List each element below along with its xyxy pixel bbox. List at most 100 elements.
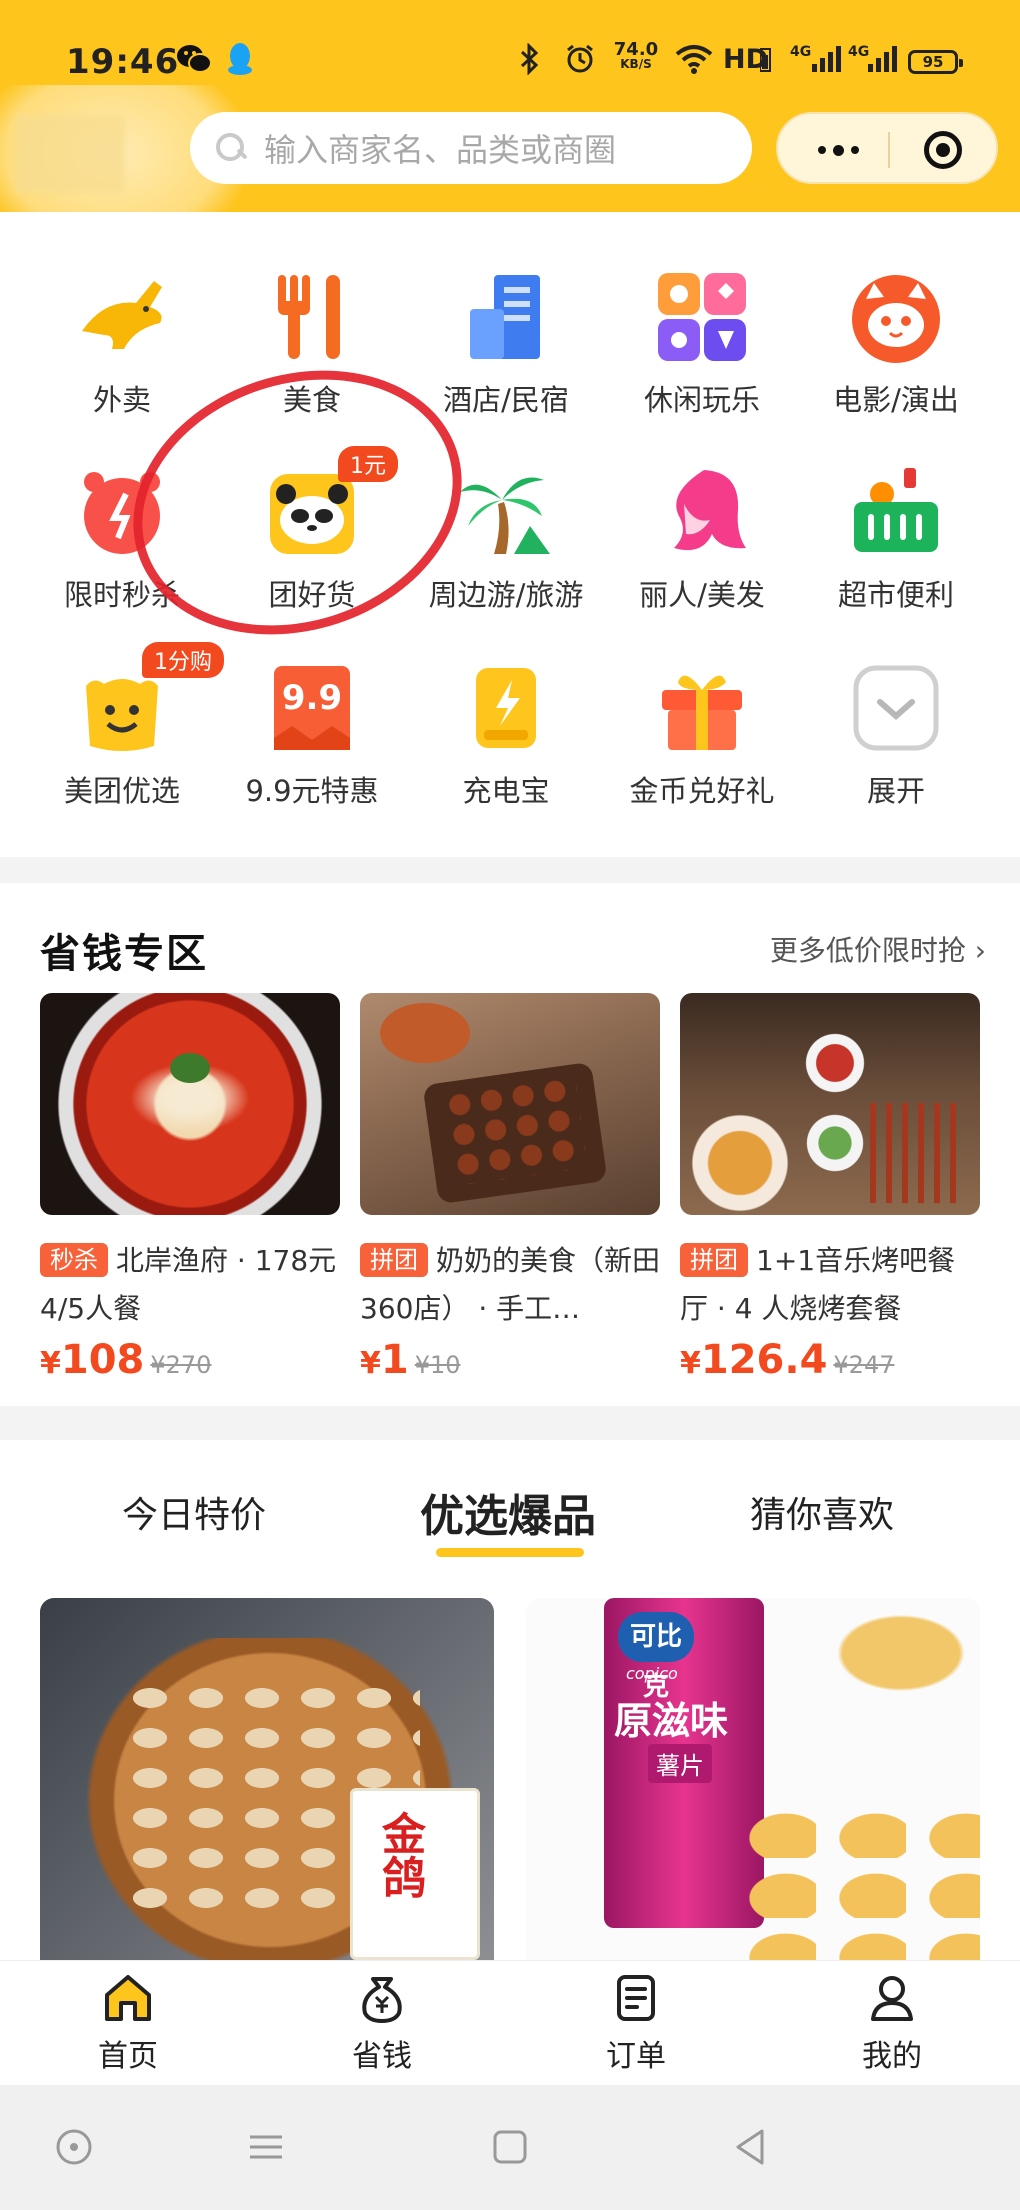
qq-icon bbox=[226, 42, 254, 76]
expand-categories-button[interactable]: 展开 bbox=[806, 660, 986, 810]
category-beauty[interactable]: 丽人/美发 bbox=[612, 464, 792, 614]
tab-label: 我的 bbox=[862, 2039, 922, 2074]
category-power-bank[interactable]: 充电宝 bbox=[416, 660, 596, 810]
category-label: 酒店/民宿 bbox=[443, 383, 569, 417]
signal-icon-1 bbox=[810, 42, 842, 76]
capsule-divider bbox=[888, 132, 890, 168]
deal-tag: 拼团 bbox=[680, 1243, 748, 1277]
category-label: 休闲玩乐 bbox=[643, 383, 760, 417]
price-value: 1 bbox=[380, 1337, 409, 1383]
tab-guess-you-like[interactable]: 猜你喜欢 bbox=[750, 1486, 894, 1538]
category-label: 充电宝 bbox=[462, 774, 550, 808]
deal-card[interactable]: 拼团 1+1音乐烤吧餐厅 · 4 人烧烤套餐 ¥126.4 ¥247 bbox=[680, 993, 980, 1383]
saving-zone: 省钱专区 更多低价限时抢 › 秒杀 北岸渔府 · 178元4/5人餐 ¥108 ¥2… bbox=[0, 883, 1020, 1406]
home-icon bbox=[105, 1975, 151, 2021]
tab-label: 订单 bbox=[606, 2039, 666, 2074]
deal-image-bbq-set bbox=[680, 993, 980, 1215]
alarm-icon bbox=[564, 42, 596, 76]
miniprogram-capsule bbox=[776, 112, 998, 184]
woman-hair-icon bbox=[654, 464, 750, 560]
more-options-button[interactable] bbox=[818, 144, 859, 156]
tab-label: 首页 bbox=[98, 2039, 158, 2074]
top-header: 19:46 74.0 KB/S HD 4G 4G 95 输入商家名、品类或商圈 bbox=[0, 0, 1020, 255]
shopping-basket-icon bbox=[848, 464, 944, 560]
category-coin-gifts[interactable]: 金币兑好礼 bbox=[612, 660, 792, 810]
product-feed: 今日特价 优选爆品 猜你喜欢 金鸽 可比克 copico 原滋味 薯片 bbox=[0, 1440, 1020, 1960]
category-movie[interactable]: 电影/演出 bbox=[806, 269, 986, 419]
deal-card[interactable]: 拼团 奶奶的美食（新田360店） · 手工… ¥1 ¥10 bbox=[360, 993, 660, 1383]
product-card-seeds[interactable]: 金鸽 bbox=[40, 1598, 494, 1960]
fork-knife-icon bbox=[264, 269, 360, 365]
close-miniprogram-button[interactable] bbox=[924, 131, 962, 169]
product-brand-en: copico bbox=[626, 1664, 678, 1683]
product-brand: 金鸽 bbox=[374, 1811, 425, 1899]
pixelated-area bbox=[15, 115, 125, 193]
menu-button[interactable] bbox=[246, 2127, 286, 2167]
hotel-building-icon bbox=[458, 269, 554, 365]
deal-image-meatballs bbox=[360, 993, 660, 1215]
tab-home[interactable]: 首页 bbox=[58, 1971, 198, 2075]
network-type-1: 4G bbox=[790, 44, 812, 60]
category-label: 外卖 bbox=[92, 383, 151, 417]
category-takeout[interactable]: 外卖 bbox=[32, 269, 212, 419]
product-card-chips[interactable]: 可比克 copico 原滋味 薯片 bbox=[526, 1598, 980, 1960]
category-9-9-deals[interactable]: 9.9 9.9元特惠 bbox=[222, 660, 402, 810]
category-label: 周边游/旅游 bbox=[428, 578, 584, 612]
price-value: 126.4 bbox=[700, 1337, 828, 1383]
power-bank-icon bbox=[458, 660, 554, 756]
saving-zone-title: 省钱专区 bbox=[40, 931, 208, 977]
category-supermarket[interactable]: 超市便利 bbox=[806, 464, 986, 614]
category-hotel[interactable]: 酒店/民宿 bbox=[416, 269, 596, 419]
category-label: 电影/演出 bbox=[833, 383, 959, 417]
hd-bars-icon bbox=[760, 42, 772, 76]
home-nav-button[interactable] bbox=[490, 2127, 530, 2167]
category-label: 展开 bbox=[866, 774, 925, 808]
search-placeholder: 输入商家名、品类或商圈 bbox=[264, 131, 617, 169]
deal-text: 拼团 1+1音乐烤吧餐厅 · 4 人烧烤套餐 bbox=[680, 1237, 980, 1333]
wechat-icon bbox=[176, 42, 212, 76]
saving-zone-more-link[interactable]: 更多低价限时抢 › bbox=[770, 929, 986, 969]
currency-symbol: ¥ bbox=[680, 1346, 701, 1381]
deal-text: 拼团 奶奶的美食（新田360店） · 手工… bbox=[360, 1237, 660, 1333]
bluetooth-icon bbox=[518, 42, 542, 76]
category-label: 金币兑好礼 bbox=[629, 774, 775, 808]
system-nav-bar bbox=[0, 2085, 1020, 2210]
deal-image-fish-hotpot bbox=[40, 993, 340, 1215]
chevron-down-icon bbox=[848, 660, 944, 756]
chevron-right-icon: › bbox=[965, 934, 986, 967]
currency-symbol: ¥ bbox=[40, 1346, 61, 1381]
leisure-grid-icon bbox=[654, 269, 750, 365]
battery-indicator: 95 bbox=[908, 50, 963, 74]
cat-face-icon bbox=[848, 269, 944, 365]
speed-value: 74.0 bbox=[613, 39, 659, 60]
tab-orders[interactable]: 订单 bbox=[566, 1971, 706, 2075]
tab-selected-hot[interactable]: 优选爆品 bbox=[420, 1480, 596, 1544]
icon-text: 9.9 bbox=[281, 678, 343, 718]
money-bag-icon bbox=[362, 1977, 402, 2023]
assistant-button[interactable] bbox=[54, 2127, 94, 2167]
product-flavor: 原滋味 bbox=[614, 1699, 729, 1743]
tab-today-special[interactable]: 今日特价 bbox=[122, 1486, 266, 1538]
deal-card[interactable]: 秒杀 北岸渔府 · 178元4/5人餐 ¥108 ¥270 bbox=[40, 993, 340, 1383]
deal-text: 秒杀 北岸渔府 · 178元4/5人餐 bbox=[40, 1237, 340, 1333]
deal-tag: 拼团 bbox=[360, 1243, 428, 1277]
tab-mine[interactable]: 我的 bbox=[822, 1971, 962, 2075]
tab-label: 省钱 bbox=[352, 2039, 412, 2074]
deal-price: ¥126.4 ¥247 bbox=[680, 1337, 980, 1383]
more-link-label: 更多低价限时抢 bbox=[769, 934, 966, 967]
back-button[interactable] bbox=[730, 2127, 770, 2167]
currency-symbol: ¥ bbox=[360, 1346, 381, 1381]
status-time: 19:46 bbox=[66, 42, 180, 82]
bottom-tab-bar: 首页 省钱 订单 我的 bbox=[0, 1960, 1020, 2085]
deal-tag: 秒杀 bbox=[40, 1243, 108, 1277]
seed-bag-image: 金鸽 bbox=[350, 1788, 480, 1960]
category-label: 美团优选 bbox=[63, 774, 180, 808]
search-input[interactable]: 输入商家名、品类或商圈 bbox=[190, 112, 752, 184]
orders-icon bbox=[617, 1975, 655, 2021]
category-leisure[interactable]: 休闲玩乐 bbox=[612, 269, 792, 419]
profile-icon bbox=[871, 1976, 913, 2021]
tab-save-money[interactable]: 省钱 bbox=[312, 1971, 452, 2075]
original-price: ¥247 bbox=[833, 1351, 895, 1379]
category-meituan-select[interactable]: 1分购 美团优选 bbox=[32, 642, 224, 810]
deal-price: ¥1 ¥10 bbox=[360, 1337, 660, 1383]
